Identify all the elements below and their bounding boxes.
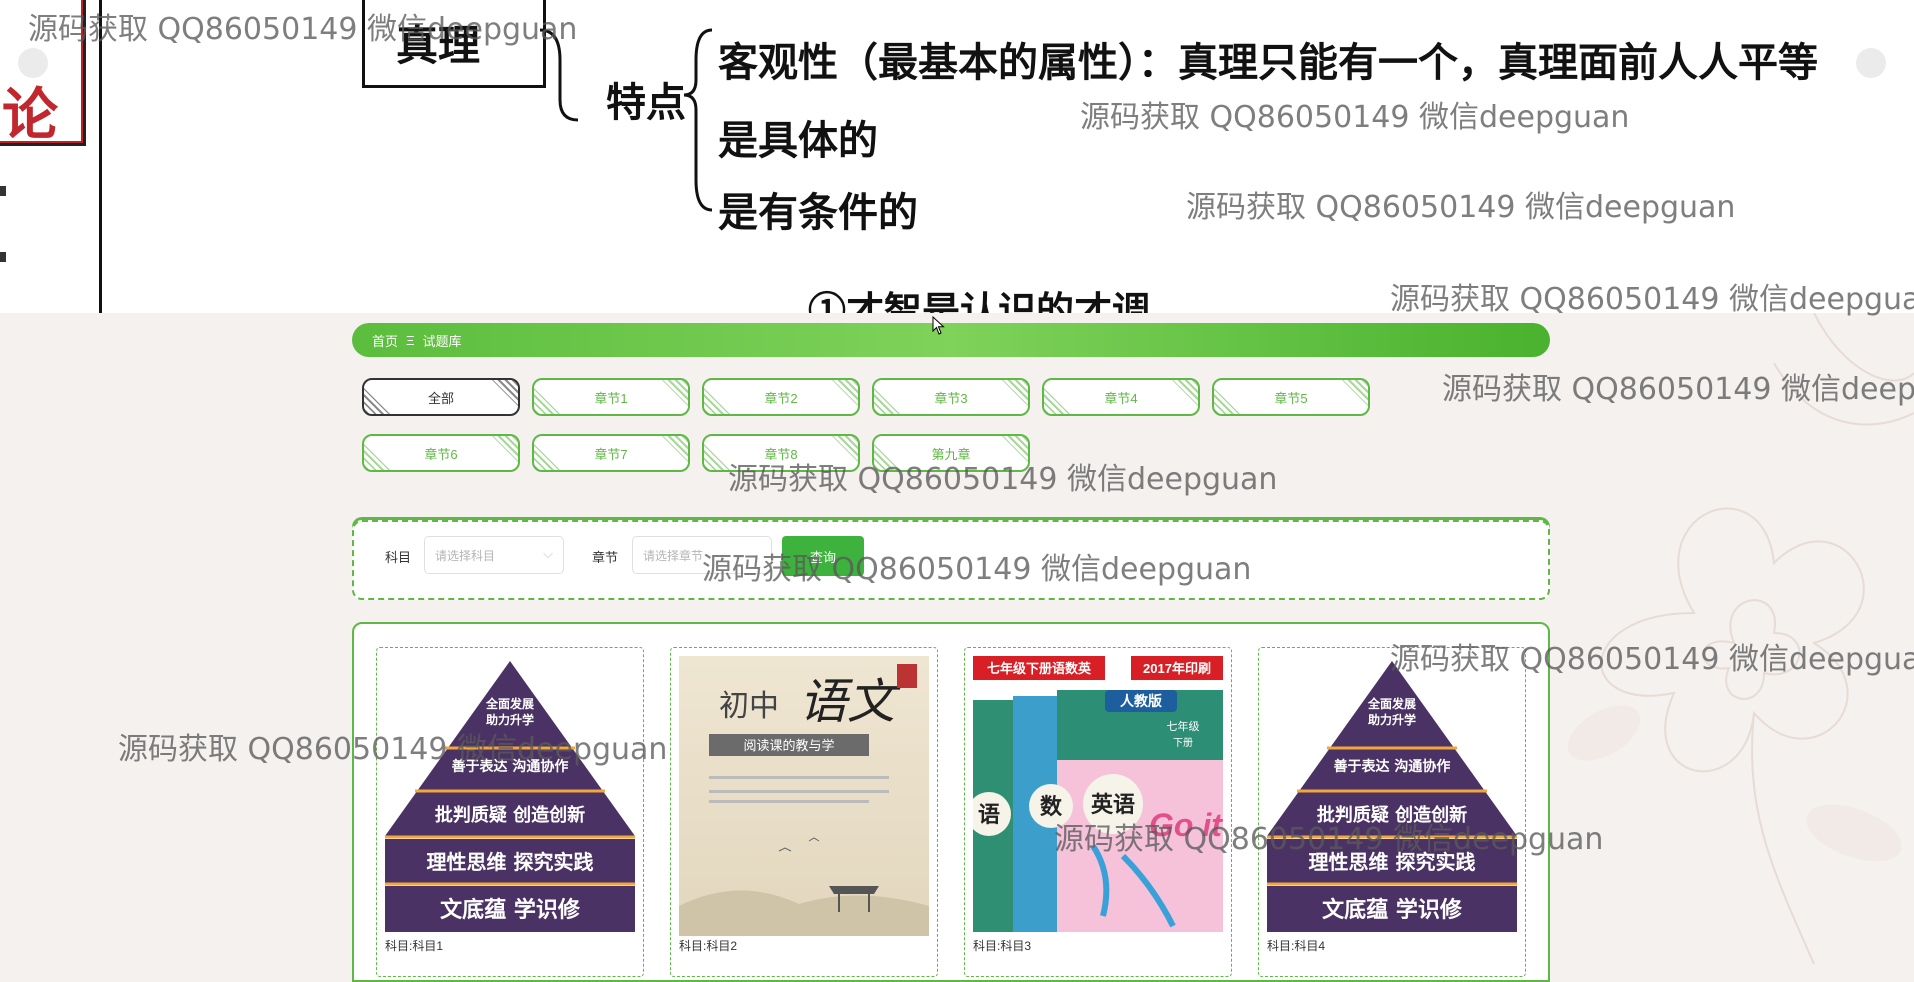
pyramid-tier-6: 文底蕴 学识修 (1322, 897, 1463, 923)
chevron-down-icon: ⌵ (543, 546, 553, 561)
textbook-subject-chinese: 语 (978, 802, 1000, 827)
pyramid-tier-3: 善于表达 沟通协作 (1334, 758, 1451, 775)
pyramid-tier-5: 理性思维 探究实践 (427, 850, 594, 874)
card-subject: 科目:科目4 (1267, 939, 1326, 953)
subject-select[interactable]: 请选择科目 ⌵ (424, 536, 564, 574)
chapter-label: 章节 (592, 550, 619, 565)
card-subject: 科目:科目2 (679, 939, 738, 953)
card-subject: 科目:科目3 (973, 939, 1032, 953)
pyramid-tier-5: 理性思维 探究实践 (1309, 850, 1476, 874)
feature-label: 特点 (606, 79, 686, 126)
tab-chapter-3[interactable]: 章节3 (872, 378, 1030, 416)
book-card[interactable]: 全面发展 助力升学 善于表达 沟通协作 批判质疑 创造创新 理性思维 探究实践 … (376, 647, 644, 977)
book-cover-chinese: 初中 语文 阅读课的教与学 (679, 656, 929, 936)
tab-chapter-9[interactable]: 第九章 (872, 434, 1030, 472)
pyramid-tier-6: 文底蕴 学识修 (440, 897, 581, 923)
tab-chapter-7[interactable]: 章节7 (532, 434, 690, 472)
carousel-next-button[interactable] (1856, 48, 1886, 78)
tab-chapter-1[interactable]: 章节1 (532, 378, 690, 416)
breadcrumb-home-link[interactable]: 首页 (372, 331, 398, 350)
pyramid-tier-4: 批判质疑 创造创新 (435, 804, 585, 826)
book-cover-pyramid: 全面发展 助力升学 善于表达 沟通协作 批判质疑 创造创新 理性思维 探究实践 … (385, 656, 635, 936)
pyramid-tier-1: 全面发展 (1367, 696, 1416, 711)
pyramid-tier-1: 全面发展 (485, 696, 534, 711)
tab-chapter-8[interactable]: 章节8 (702, 434, 860, 472)
textbook-banner-right: 2017年印刷 (1143, 661, 1211, 676)
carousel-prev-button[interactable] (18, 48, 48, 78)
brace-lines (539, 28, 713, 212)
textbook-subject-math: 数 (1040, 794, 1063, 819)
textbook-go-it: Go it! (1149, 807, 1223, 843)
breadcrumb-current: 试题库 (422, 333, 462, 349)
banner-line: 客观性（最基本的属性）：真理只能有一个，真理面前人人平等 (718, 39, 1818, 86)
chapter-select-placeholder: 请选择章节 (643, 548, 704, 563)
tab-chapter-2[interactable]: 章节2 (702, 378, 860, 416)
book-card[interactable]: 七年级下册语数英 2017年印刷 人教版 七年级 下册 语 数 英语 Go it… (964, 647, 1232, 977)
banner-cutoff-line: ①才智是认识的才调 (808, 288, 1151, 313)
tab-chapter-5[interactable]: 章节5 (1212, 378, 1370, 416)
pyramid-tier-3: 善于表达 沟通协作 (452, 758, 569, 775)
textbook-edition: 人教版 (1120, 693, 1162, 709)
tab-chapter-6[interactable]: 章节6 (362, 434, 520, 472)
pyramid-tier-4: 批判质疑 创造创新 (1317, 804, 1467, 826)
breadcrumb-separator: Ξ (406, 332, 415, 348)
book-subtitle: 阅读课的教与学 (743, 738, 834, 754)
book-title-big: 语文 (799, 674, 901, 730)
textbook-subject-english: 英语 (1091, 792, 1135, 817)
book-cover-textbooks: 七年级下册语数英 2017年印刷 人教版 七年级 下册 语 数 英语 Go it… (973, 656, 1223, 936)
textbook-term: 下册 (1173, 738, 1193, 749)
mouse-cursor-icon (932, 316, 945, 335)
tab-chapter-4[interactable]: 章节4 (1042, 378, 1200, 416)
book-title-small: 初中 (719, 689, 779, 724)
textbook-grade: 七年级 (1167, 719, 1200, 733)
mind-map-banner: 论 真理 特点 客观性（最基本的属性）：真理只能有一个，真理面前人人平等 是具体… (0, 0, 1914, 313)
banner-line: 是具体的 (718, 117, 878, 164)
subject-label: 科目 (385, 550, 412, 565)
book-cover-pyramid: 全面发展 助力升学 善于表达 沟通协作 批判质疑 创造创新 理性思维 探究实践 … (1267, 656, 1517, 936)
pyramid-tier-2: 助力升学 (1368, 712, 1416, 727)
pyramid-tier-2: 助力升学 (486, 712, 534, 727)
textbook-banner-left: 七年级下册语数英 (987, 661, 1092, 676)
flower-decoration (1567, 313, 1914, 964)
tab-all[interactable]: 全部 (362, 378, 520, 416)
subject-select-placeholder: 请选择科目 (435, 548, 496, 563)
breadcrumb: 首页 Ξ 试题库 (352, 323, 1550, 357)
book-card[interactable]: 全面发展 助力升学 善于表达 沟通协作 批判质疑 创造创新 理性思维 探究实践 … (1258, 647, 1526, 977)
query-button[interactable]: 查询 (782, 536, 864, 576)
chapter-select[interactable]: 请选择章节 (632, 536, 772, 574)
banner-line: 是有条件的 (718, 189, 918, 236)
card-subject: 科目:科目1 (385, 939, 444, 953)
book-card[interactable]: 初中 语文 阅读课的教与学 科目:科目2 (670, 647, 938, 977)
